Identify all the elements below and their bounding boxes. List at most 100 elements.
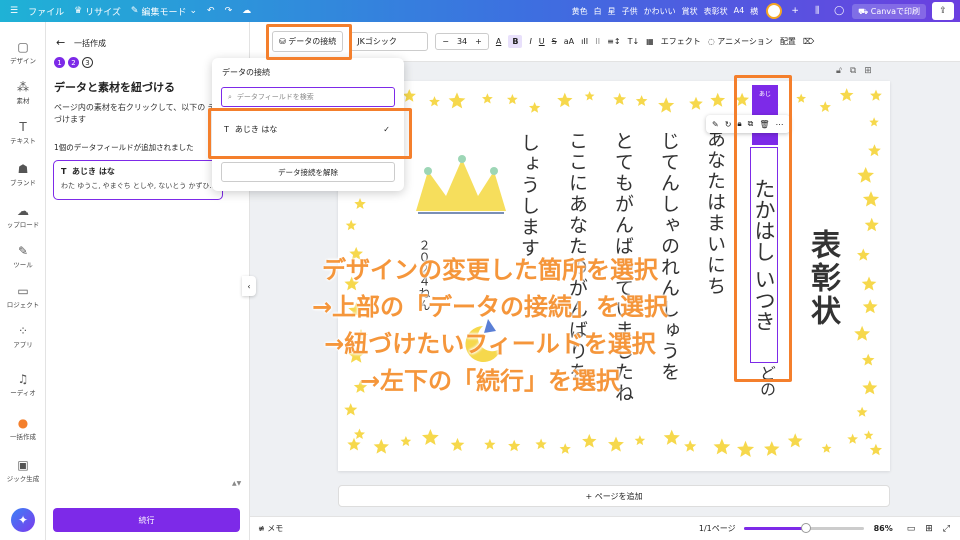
edit-mode-button[interactable]: ✎ 編集モード ⌄ xyxy=(131,5,197,18)
duplicate-icon[interactable]: ⧉ xyxy=(748,119,754,129)
page-grid-icon[interactable]: ⊞ xyxy=(925,524,933,534)
font-size-stepper[interactable]: − 34 + xyxy=(435,33,489,50)
print-button[interactable]: ⛟ Canvaで印刷 xyxy=(852,3,926,19)
magic-assistant-button[interactable]: ✦ xyxy=(11,508,35,532)
audio-icon: ♫ xyxy=(17,372,29,386)
lock-icon[interactable]: 🔓︎ xyxy=(836,66,842,76)
rail-item-6[interactable]: ✎ ツール xyxy=(0,244,46,269)
more-icon[interactable]: ⋯ xyxy=(776,120,784,129)
rail-item-3[interactable]: T テキスト xyxy=(0,120,46,145)
strikethrough-icon[interactable]: S xyxy=(552,37,557,46)
instruction-line-2: →上部の「データの接続」を選択 xyxy=(311,293,669,321)
rail-item-11[interactable]: ▣ ジック生成 xyxy=(0,458,46,483)
projects-icon: ▭ xyxy=(17,284,29,298)
rail-item-8[interactable]: ⁘ アプリ xyxy=(0,324,46,349)
duplicate-page-icon[interactable]: ⧉ xyxy=(850,66,856,76)
rail-item-label: アプリ xyxy=(13,341,33,349)
instruction-line-1: デザインの変更した箇所を選択 xyxy=(322,256,658,284)
grid-view-icon[interactable]: ▭ xyxy=(907,524,916,534)
title-word: 星 xyxy=(607,6,616,16)
rail-item-5[interactable]: ☁ ップロード xyxy=(0,204,46,229)
add-page-icon[interactable]: ⊞ xyxy=(864,66,872,76)
zoom-slider-handle[interactable] xyxy=(800,523,811,533)
text-icon: T xyxy=(61,167,67,176)
star-shape xyxy=(847,433,858,444)
font-selector[interactable]: JKゴシック xyxy=(350,32,429,51)
instruction-line-4: →左下の「続行」を選択 xyxy=(359,367,621,395)
resize-button[interactable]: ♛ リサイズ xyxy=(74,5,121,18)
list-icon[interactable]: ⁝⁝ xyxy=(595,37,600,46)
checkmark-icon: ✓ xyxy=(383,124,390,134)
text-color-icon[interactable]: A xyxy=(496,37,501,46)
paint-format-icon[interactable]: ⌦ xyxy=(803,37,814,46)
search-icon: ⌕ xyxy=(228,92,232,101)
font-size-value[interactable]: 34 xyxy=(457,37,467,46)
delete-icon[interactable]: 🗑︎ xyxy=(759,120,769,129)
star-shape xyxy=(870,89,882,101)
design-title[interactable]: 黄色白星子供 かわいい 賞状 表彰状 A4 横 xyxy=(572,6,759,17)
vertical-text-icon[interactable]: T↓ xyxy=(628,37,640,46)
page-controls: 🔓︎ ⧉ ⊞ xyxy=(836,66,872,76)
bold-icon[interactable]: B xyxy=(508,35,523,48)
rotate-icon[interactable]: ↻ xyxy=(725,120,732,129)
dropdown-title: データの接続 xyxy=(222,68,270,77)
size-decrease-button[interactable]: − xyxy=(442,37,449,46)
spacing-icon[interactable]: ≡↕ xyxy=(607,37,620,46)
rail-item-2[interactable]: ⁂ 素材 xyxy=(0,80,46,105)
zoom-slider[interactable] xyxy=(743,523,864,533)
title-word: 子供 xyxy=(621,6,638,16)
rail-item-10[interactable]: ● 一括作成 xyxy=(0,416,46,441)
avatar[interactable] xyxy=(766,3,783,19)
instruction-overlay: デザインの変更した箇所を選択 →上部の「データの接続」を選択 →紐づけたいフィー… xyxy=(240,252,740,400)
undo-icon: ↶ xyxy=(207,6,215,16)
rail-item-7[interactable]: ▭ ロジェクト xyxy=(0,284,46,309)
rail-item-1[interactable]: ▢ デザイン xyxy=(0,40,46,65)
notes-button[interactable]: ≢ メモ xyxy=(258,523,283,534)
add-page-button[interactable]: + ページを追加 xyxy=(338,485,890,507)
animation-button[interactable]: ◌ アニメーション xyxy=(708,36,773,47)
field-search-input[interactable]: ⌕ データフィールドを検索 xyxy=(221,87,395,107)
rail-item-label: ーディオ xyxy=(10,389,36,397)
lock-icon[interactable]: 🔒︎ xyxy=(737,119,741,129)
design-icon: ▢ xyxy=(17,40,29,54)
rail-item-9[interactable]: ♫ ーディオ xyxy=(0,372,46,397)
back-arrow-icon[interactable]: ← xyxy=(56,36,65,49)
magic-edit-icon[interactable]: ✎ xyxy=(712,120,719,129)
file-menu[interactable]: ファイル xyxy=(28,5,64,18)
menu-button[interactable]: ☰ xyxy=(10,6,18,16)
transparency-icon[interactable]: ▦ xyxy=(646,37,654,46)
add-collaborator-button[interactable]: + xyxy=(786,3,804,19)
continue-button[interactable]: 続行 xyxy=(53,508,240,532)
comment-icon[interactable]: ◯ xyxy=(830,3,848,19)
letter-case-icon[interactable]: aA xyxy=(564,37,574,46)
pencil-icon: ✎ xyxy=(130,6,139,16)
database-icon: ⛁ xyxy=(279,37,286,46)
zoom-level[interactable]: 86% xyxy=(874,524,893,533)
size-increase-button[interactable]: + xyxy=(475,37,482,46)
align-icon[interactable]: ıII xyxy=(581,37,588,46)
unlink-data-button[interactable]: データ接続を解除 xyxy=(221,162,395,182)
name-text-field[interactable]: たかはし いつき xyxy=(750,147,778,363)
position-button[interactable]: 配置 xyxy=(780,36,796,47)
star-shape xyxy=(862,191,880,207)
star-shape xyxy=(796,93,806,103)
data-field-option[interactable]: T あじき はな ✓ xyxy=(212,118,404,140)
animation-icon: ◌ xyxy=(707,37,715,46)
fullscreen-icon[interactable]: ⤢ xyxy=(943,524,950,534)
underline-icon[interactable]: U xyxy=(539,37,545,46)
data-field-card[interactable]: T あじき はな わた ゆうこ, やまぐち としや, ないとう かずひ... xyxy=(53,160,223,200)
upload-icon: ☁ xyxy=(17,204,29,218)
undo-button[interactable]: ↶ xyxy=(207,6,215,16)
redo-button[interactable]: ↷ xyxy=(225,6,233,16)
data-connect-button[interactable]: ⛁ データの接続 xyxy=(272,31,344,52)
share-button[interactable]: ⇪ xyxy=(932,2,954,20)
page-count[interactable]: 1/1ページ xyxy=(699,523,736,534)
scroll-arrows-icon[interactable]: ▲▼ xyxy=(232,480,241,487)
italic-icon[interactable]: I xyxy=(529,37,531,46)
star-shape xyxy=(819,101,831,112)
effect-button[interactable]: エフェクト xyxy=(661,36,701,47)
insights-icon[interactable]: ⫼ xyxy=(808,3,826,19)
apps-icon: ⁘ xyxy=(17,324,29,338)
title-word: 賞状 xyxy=(681,6,698,16)
rail-item-4[interactable]: ☗ ブランド xyxy=(0,162,46,187)
